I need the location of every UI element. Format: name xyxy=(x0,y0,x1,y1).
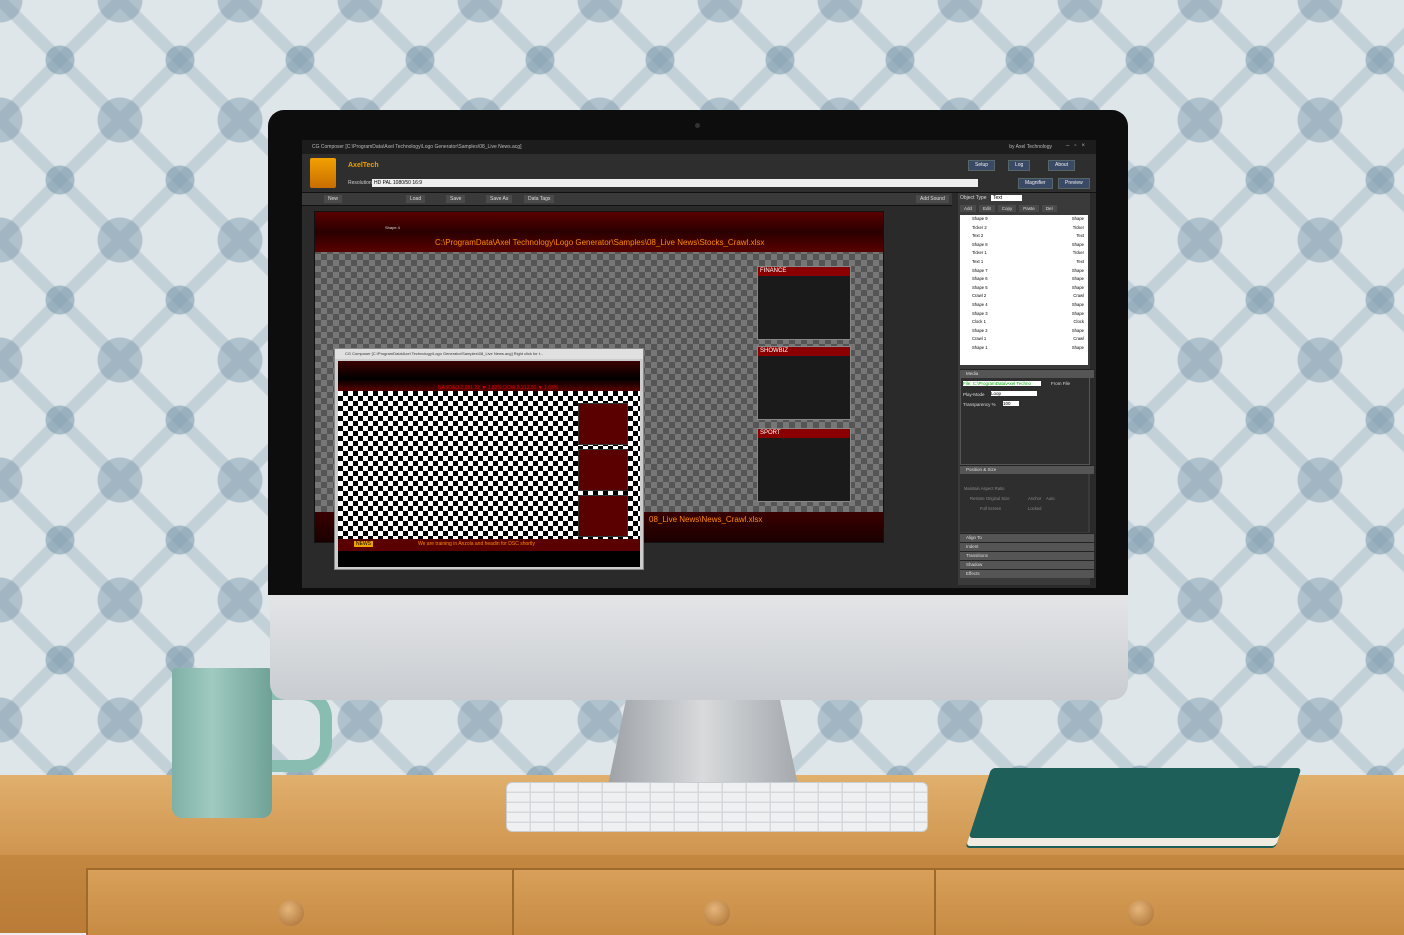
preview-button[interactable]: Preview xyxy=(1058,178,1090,189)
list-item[interactable]: Shape 2 Shape xyxy=(960,327,1088,336)
transitions-section-header[interactable]: Transitions xyxy=(960,551,1094,560)
drawer-knob xyxy=(704,900,730,926)
list-item[interactable]: Text 1 Text xyxy=(960,258,1088,267)
coffee-mug xyxy=(172,668,272,818)
brand-logo: AxelTech xyxy=(348,162,379,169)
about-button[interactable]: About xyxy=(1048,160,1076,171)
selected-shape-label: Shape 4 xyxy=(385,225,400,230)
keyboard xyxy=(506,782,928,832)
list-item[interactable]: Crawl 2 Crawl xyxy=(960,292,1088,301)
properties-panel: Object Type Text Add Edit Copy Paste Del… xyxy=(958,193,1094,585)
anchor-label: Anchor xyxy=(1028,496,1042,501)
mug-handle xyxy=(262,688,332,772)
list-item[interactable]: Shape 1 Shape xyxy=(960,344,1088,353)
list-item[interactable]: Clock 1 Clock xyxy=(960,318,1088,327)
sport-panel-title: SPORT xyxy=(758,429,850,438)
load-button[interactable]: Load xyxy=(406,195,426,203)
preview-title: CG Composer [C:\ProgramData\Axel Technol… xyxy=(335,349,643,359)
window-title: CG Composer [C:\ProgramData\Axel Technol… xyxy=(312,144,522,150)
full-screen-button[interactable]: Full Screen xyxy=(980,506,1001,511)
effects-section-header[interactable]: Effects xyxy=(960,569,1094,578)
copy-object-button[interactable]: Copy xyxy=(997,205,1017,212)
play-mode-select[interactable]: Loop xyxy=(991,391,1037,396)
sport-panel[interactable]: SPORT xyxy=(757,428,851,502)
play-mode-label: Play-Mode xyxy=(963,392,985,397)
showbiz-panel-title: SHOWBIZ xyxy=(758,347,850,356)
list-item[interactable]: Shape 9 Shape xyxy=(960,215,1088,224)
window-controls[interactable]: –▫× xyxy=(1066,143,1090,149)
save-button[interactable]: Save xyxy=(446,195,466,203)
media-file-field[interactable]: File: C:\ProgramData\Axel Techno xyxy=(963,381,1041,386)
list-item[interactable]: Ticker 1 Ticker xyxy=(960,249,1088,258)
from-file-checkbox[interactable]: From File xyxy=(1051,381,1070,386)
delete-object-button[interactable]: Del xyxy=(1041,205,1057,212)
preview-sport-box xyxy=(578,495,628,537)
object-type-select[interactable]: Text xyxy=(990,195,1023,201)
list-item[interactable]: Text 2 Text xyxy=(960,232,1088,241)
drawer-knob xyxy=(1128,900,1154,926)
object-actions: Add Edit Copy Paste Del xyxy=(960,205,1057,212)
setup-button[interactable]: Setup xyxy=(968,160,996,171)
list-item[interactable]: Ticker 2 Ticker xyxy=(960,224,1088,233)
resolution-select[interactable]: HD PAL 1080/50 16:9 xyxy=(372,179,978,187)
new-button[interactable]: New xyxy=(324,195,343,203)
desk-drawer-left xyxy=(86,868,512,935)
add-object-button[interactable]: Add xyxy=(960,205,977,212)
transparency-input[interactable]: 100 xyxy=(1003,401,1019,406)
media-section: File: C:\ProgramData\Axel Techno From Fi… xyxy=(960,377,1090,465)
preview-window[interactable]: CG Composer [C:\ProgramData\Axel Technol… xyxy=(334,348,644,570)
app-window: CG Composer [C:\ProgramData\Axel Technol… xyxy=(302,140,1096,588)
object-type-label: Object Type xyxy=(960,195,987,201)
drawer-knob xyxy=(278,900,304,926)
log-button[interactable]: Log xyxy=(1008,160,1031,171)
app-header: AxelTech Setup Log About Magnifier Previ… xyxy=(302,154,1096,193)
anchor-select[interactable]: Auto xyxy=(1046,496,1055,501)
object-type-row: Object Type Text xyxy=(958,193,1090,203)
maintain-aspect-checkbox[interactable]: Maintain Aspect Ratio xyxy=(964,486,1005,491)
title-bar: CG Composer [C:\ProgramData\Axel Technol… xyxy=(302,140,1096,154)
position-size-section-header[interactable]: Position & Size xyxy=(960,465,1094,474)
edit-object-button[interactable]: Edit xyxy=(979,205,995,212)
list-item[interactable]: Shape 5 Shape xyxy=(960,284,1088,293)
list-item[interactable]: Shape 8 Shape xyxy=(960,241,1088,250)
align-to-section-header[interactable]: Align To xyxy=(960,533,1094,542)
monitor-chin xyxy=(270,590,1128,700)
object-list[interactable]: Shape 9 Shape Ticker 2 Ticker Text 2 Text S… xyxy=(960,215,1088,365)
showbiz-panel[interactable]: SHOWBIZ xyxy=(757,346,851,420)
main-toolbar: New Load Save Save As Data Tags Add Soun… xyxy=(302,193,952,206)
monitor-stand xyxy=(608,695,798,785)
composer-logo xyxy=(310,158,336,188)
preview-finance-box xyxy=(578,403,628,445)
webcam-icon xyxy=(695,123,700,128)
stocks-crawl-path[interactable]: C:\ProgramData\Axel Technology\Logo Gene… xyxy=(435,238,764,247)
magnifier-button[interactable]: Magnifier xyxy=(1018,178,1053,189)
data-tags-button[interactable]: Data Tags xyxy=(524,195,555,203)
indent-section-header[interactable]: Indent xyxy=(960,542,1094,551)
preview-crawl-text: We are training in Anzola and headin for… xyxy=(418,541,535,547)
desk-drawer-right xyxy=(934,868,1404,935)
transparency-label: Transparency % xyxy=(963,402,996,407)
preview-showbiz-box xyxy=(578,449,628,491)
list-item[interactable]: Shape 3 Shape xyxy=(960,310,1088,319)
finance-panel[interactable]: FINANCE xyxy=(757,266,851,340)
resolution-label: Resolution xyxy=(348,180,372,186)
vendor-label: by Axel Technology xyxy=(1009,144,1052,150)
preview-news-badge: NEWS xyxy=(354,541,373,547)
list-item[interactable]: Shape 7 Shape xyxy=(960,267,1088,276)
green-book xyxy=(968,768,1302,838)
list-item[interactable]: Shape 6 Shape xyxy=(960,275,1088,284)
finance-panel-title: FINANCE xyxy=(758,267,850,276)
restore-size-button[interactable]: Restore Original Size xyxy=(970,496,1010,501)
shadow-section-header[interactable]: Shadow xyxy=(960,560,1094,569)
list-item[interactable]: Shape 4 Shape xyxy=(960,301,1088,310)
position-size-section: Maintain Aspect Ratio Restore Original S… xyxy=(960,474,1088,532)
list-item[interactable]: Crawl 1 Crawl xyxy=(960,335,1088,344)
paste-object-button[interactable]: Paste xyxy=(1019,205,1039,212)
preview-output: NASDAQ 2,981.22 ▼ 1.82% DOW 8,212.50 ▼ 1… xyxy=(338,361,640,567)
news-crawl-path[interactable]: 08_Live News\News_Crawl.xlsx xyxy=(649,515,762,524)
save-as-button[interactable]: Save As xyxy=(486,195,513,203)
locked-checkbox[interactable]: Locked xyxy=(1028,506,1042,511)
add-sound-button[interactable]: Add Sound xyxy=(916,195,949,203)
